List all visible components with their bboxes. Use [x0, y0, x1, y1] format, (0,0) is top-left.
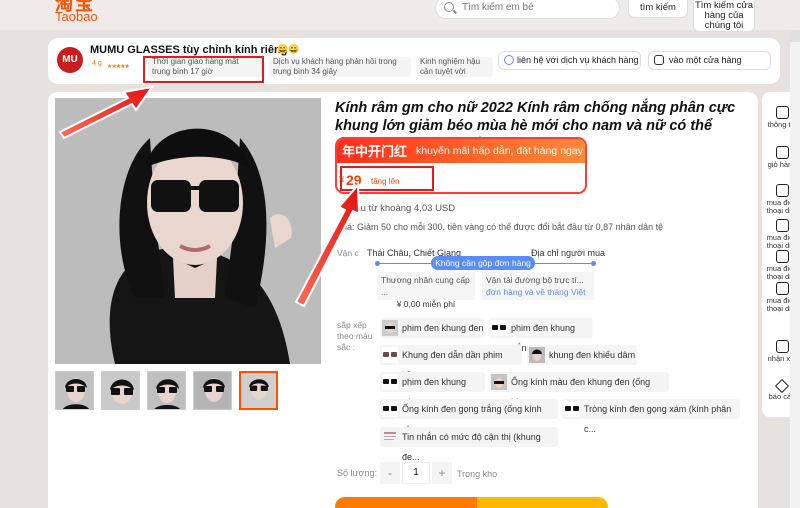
merchant-shipping-title: Thương nhân cung cấp ...: [381, 275, 470, 297]
edit-icon: [775, 219, 789, 232]
contact-service-button[interactable]: liên hệ với dịch vụ khách hàng: [498, 51, 641, 70]
model-photo: [55, 98, 321, 364]
shipping-card-land: Vận tải đường bộ trực tí... đơn hàng và …: [482, 272, 594, 300]
option-black-frame-sexy[interactable]: khung đen khiếu dâm: [527, 345, 637, 365]
thumbnail-3[interactable]: [147, 371, 186, 410]
option-swatch: [529, 347, 545, 363]
info-icon: [775, 106, 789, 119]
option-label: phim đen khung đen: [402, 323, 484, 333]
route-start-dot: [375, 261, 380, 266]
phone-icon: [775, 184, 789, 197]
search-placeholder: Tìm kiếm em bé: [462, 2, 534, 13]
no-merge-badge: Không cần gộp đơn hàng: [431, 256, 535, 270]
shop-rating-stars: ★★★★★: [107, 64, 130, 70]
thumbnail-4[interactable]: [193, 371, 232, 410]
discount-info: giá: Giảm 50 cho mỗi 300, tiền vàng có t…: [340, 222, 664, 232]
contact-service-label: liên hệ với dịch vụ khách hàng: [517, 55, 639, 65]
enter-store-label: vào một cửa hàng: [669, 55, 742, 65]
edit-icon: [775, 250, 789, 263]
promo-cn-label: 年中开门红: [342, 144, 408, 159]
option-swatch: [382, 320, 398, 336]
search-button[interactable]: tìm kiếm: [628, 0, 688, 18]
color-sort-label: sắp xếp theo màu sắc :: [337, 320, 373, 352]
option-swatch: [382, 374, 398, 390]
option-black-lens-black-frame[interactable]: Ống kính màu đen khung đen (ống kín...: [489, 372, 669, 407]
scroll-up-button[interactable]: [790, 30, 800, 42]
option-gradient-pink[interactable]: Khung đen dẫn dần phim hồng: [380, 345, 522, 380]
quantity-increase-button[interactable]: +: [432, 462, 452, 484]
stock-status: Trong kho: [457, 469, 498, 479]
option-black-lens-grey-frame[interactable]: Tròng kính đen gọng xám (kính phân c...: [562, 399, 740, 434]
thumbnail-1[interactable]: [55, 371, 94, 410]
logistics-metric: Kinh nghiệm hậu cần tuyệt vời: [416, 57, 493, 77]
search-icon: [444, 2, 454, 12]
shop-name[interactable]: MUMU GLASSES tùy chỉnh kính riêng: [90, 44, 287, 56]
response-time-metric: Dịch vụ khách hàng phản hồi trong trung …: [269, 57, 411, 77]
option-swatch: [491, 374, 507, 390]
report-icon: [774, 378, 790, 394]
option-white-frame-black-film[interactable]: phim đen khung trắng: [489, 318, 593, 353]
route-end-dot: [591, 261, 596, 266]
cart-icon: [775, 146, 789, 159]
land-shipping-value: đơn hàng và về tháng Việt: [486, 287, 586, 297]
store-icon: [654, 55, 664, 65]
option-swatch: [382, 429, 398, 445]
land-shipping-title: Vận tải đường bộ trực tí...: [486, 275, 584, 285]
option-swatch: [382, 347, 398, 363]
highlight-box-price: [340, 166, 434, 191]
quantity-decrease-button[interactable]: -: [380, 462, 400, 484]
highlight-box-delivery: [143, 56, 264, 83]
enter-store-button[interactable]: vào một cửa hàng: [648, 51, 771, 70]
merchant-shipping-value: ¥ 0,00 miễn phí: [396, 299, 456, 309]
quantity-label: Số lượng:: [337, 468, 377, 478]
shipping-label: Vận c: [337, 248, 359, 258]
review-icon: [775, 340, 789, 353]
shop-avatar[interactable]: MU: [57, 47, 83, 73]
search-store-button[interactable]: Tìm kiếm cửa hàng của chúng tôi: [693, 0, 755, 32]
option-swatch: [491, 320, 507, 336]
ship-to-address[interactable]: Địa chỉ người mua: [531, 248, 605, 258]
promo-vn-label: khuyến mãi hấp dẫn, đặt hàng ngay: [416, 145, 583, 157]
thumbnail-5-selected[interactable]: [239, 371, 278, 410]
product-main-image[interactable]: [55, 98, 321, 364]
thumbnail-2[interactable]: [101, 371, 140, 410]
shop-level: 4 g: [92, 60, 102, 67]
option-grey-frame-black-film[interactable]: phim đen khung xám: [380, 372, 485, 407]
option-swatch: [382, 401, 398, 417]
usd-price-note: đầu từ khoảng 4,03 USD: [350, 203, 456, 214]
buy-buttons[interactable]: [335, 497, 608, 508]
option-black-frame-black-film[interactable]: phim đen khung đen: [380, 318, 485, 338]
edit-icon: [775, 282, 789, 295]
scrollbar[interactable]: [790, 30, 800, 508]
chat-icon: [504, 55, 514, 65]
option-black-lens-white-frame[interactable]: Ống kính đen gọng trắng (ống kính ph...: [380, 399, 558, 434]
option-swatch: [564, 401, 580, 417]
quantity-input[interactable]: 1: [402, 462, 430, 484]
taobao-logo-text: Taobao: [55, 9, 98, 24]
option-label: khung đen khiếu dâm: [549, 350, 636, 360]
option-myopia-message[interactable]: Tin nhắn có mức độ cận thị (khung đe...: [380, 427, 558, 462]
shipping-card-merchant: Thương nhân cung cấp ... ¥ 0,00 miễn phí: [377, 272, 475, 309]
shop-badge-icon: 😀😀: [277, 44, 300, 54]
